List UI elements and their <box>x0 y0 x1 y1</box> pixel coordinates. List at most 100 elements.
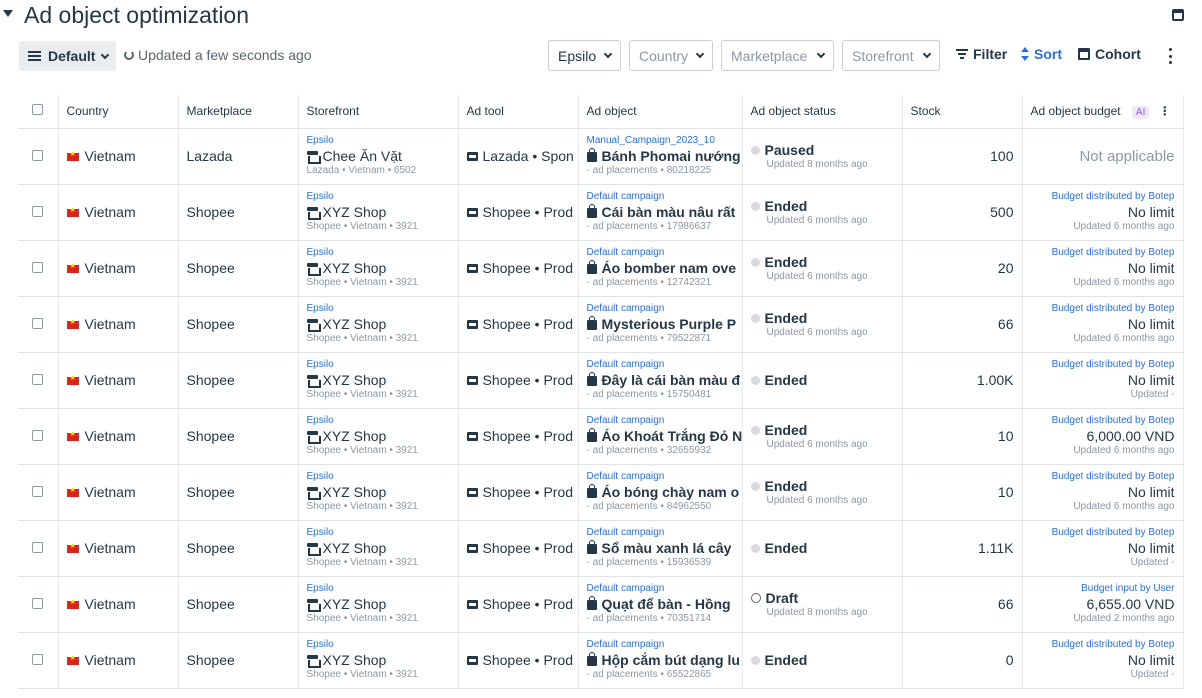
row-checkbox[interactable] <box>32 542 44 553</box>
ad-object-cell: Default campaign Mysterious Purple P- ad … <box>578 296 743 353</box>
filter-button[interactable]: Filter <box>956 46 1007 62</box>
ad-object-name[interactable]: Áo Khoát Trắng Đỏ N <box>602 427 742 445</box>
table-row[interactable]: VietnamShopeeEpsiloXYZ ShopShopee • Viet… <box>18 632 1184 689</box>
row-checkbox[interactable] <box>32 262 44 273</box>
status-value[interactable]: Paused <box>765 141 815 159</box>
row-checkbox[interactable] <box>32 598 44 609</box>
ad-object-name[interactable]: Cái bàn màu nâu rất <box>602 203 736 221</box>
status-value[interactable]: Ended <box>765 539 808 557</box>
sort-button[interactable]: Sort <box>1021 46 1062 62</box>
budget-value[interactable]: No limit <box>1031 539 1175 557</box>
ad-object-name[interactable]: Mysterious Purple P <box>602 315 737 333</box>
collapse-caret-icon[interactable] <box>3 10 13 17</box>
status-value[interactable]: Ended <box>765 651 808 669</box>
storefront-parent[interactable]: Epsilo <box>307 639 458 651</box>
table-row[interactable]: VietnamShopeeEpsiloXYZ ShopShopee • Viet… <box>18 408 1184 465</box>
status-value[interactable]: Ended <box>765 371 808 389</box>
status-value[interactable]: Ended <box>765 421 808 439</box>
campaign-link[interactable]: Manual_Campaign_2023_10 <box>587 135 742 147</box>
row-checkbox[interactable] <box>32 206 44 217</box>
table-row[interactable]: VietnamShopeeEpsiloXYZ ShopShopee • Viet… <box>18 184 1184 241</box>
column-header-ad-object-budget[interactable]: Ad object budget AI ⋮ <box>1022 95 1184 129</box>
campaign-link[interactable]: Default campaign <box>587 359 742 371</box>
row-checkbox[interactable] <box>32 150 44 161</box>
more-options-icon[interactable] <box>1169 48 1173 64</box>
campaign-link[interactable]: Default campaign <box>587 247 742 259</box>
campaign-link[interactable]: Default campaign <box>587 415 742 427</box>
campaign-link[interactable]: Default campaign <box>587 471 742 483</box>
storefront-parent[interactable]: Epsilo <box>307 303 458 315</box>
budget-value[interactable]: No limit <box>1031 315 1175 333</box>
ad-tool-value: Shopee • Prod <box>482 428 574 444</box>
table-row[interactable]: VietnamShopeeEpsiloXYZ ShopShopee • Viet… <box>18 464 1184 521</box>
view-select-button[interactable]: Default <box>19 41 116 71</box>
budget-value[interactable]: No limit <box>1031 651 1175 669</box>
budget-value[interactable]: 6,655.00 VND <box>1031 595 1175 613</box>
storefront-parent[interactable]: Epsilo <box>307 415 458 427</box>
marketplace-select[interactable]: Marketplace <box>721 40 834 71</box>
column-header-storefront[interactable]: Storefront <box>298 95 459 129</box>
table-row[interactable]: VietnamLazadaEpsiloChee Ăn VặtLazada • V… <box>18 128 1184 185</box>
budget-value[interactable]: No limit <box>1031 203 1175 221</box>
storefront-parent[interactable]: Epsilo <box>307 583 458 595</box>
row-checkbox[interactable] <box>32 486 44 497</box>
status-value[interactable]: Ended <box>765 197 808 215</box>
calendar-icon[interactable] <box>1172 9 1184 21</box>
status-value[interactable]: Ended <box>765 253 808 271</box>
storefront-parent[interactable]: Epsilo <box>307 471 458 483</box>
status-value[interactable]: Draft <box>766 589 799 607</box>
status-value[interactable]: Ended <box>765 309 808 327</box>
campaign-link[interactable]: Default campaign <box>587 639 742 651</box>
column-header-ad-tool[interactable]: Ad tool <box>458 95 579 129</box>
ad-object-name[interactable]: Sổ màu xanh lá cây <box>602 539 732 557</box>
ad-object-table: Country Marketplace Storefront Ad tool A… <box>18 95 1184 689</box>
table-row[interactable]: VietnamShopeeEpsiloXYZ ShopShopee • Viet… <box>18 296 1184 353</box>
table-row[interactable]: VietnamShopeeEpsiloXYZ ShopShopee • Viet… <box>18 520 1184 577</box>
column-header-stock[interactable]: Stock <box>902 95 1023 129</box>
status-value[interactable]: Ended <box>765 477 808 495</box>
select-all-checkbox[interactable] <box>32 104 44 116</box>
campaign-link[interactable]: Default campaign <box>587 303 742 315</box>
ad-object-name[interactable]: Áo bóng chày nam o <box>602 483 740 501</box>
row-checkbox[interactable] <box>32 318 44 329</box>
campaign-link[interactable]: Default campaign <box>587 191 742 203</box>
budget-value[interactable]: 6,000.00 VND <box>1031 427 1175 445</box>
storefront-parent[interactable]: Epsilo <box>307 247 458 259</box>
ad-object-name[interactable]: Bánh Phomai nướng <box>602 147 741 165</box>
storefront-parent[interactable]: Epsilo <box>307 527 458 539</box>
column-menu-icon[interactable]: ⋮ <box>1159 104 1171 118</box>
ad-object-name[interactable]: Áo bomber nam ove <box>602 259 737 277</box>
ai-badge[interactable]: AI <box>1131 105 1150 119</box>
column-header-marketplace[interactable]: Marketplace <box>178 95 299 129</box>
updated-status: Updated a few seconds ago <box>124 47 312 63</box>
country-cell: Vietnam <box>58 240 179 297</box>
column-header-country[interactable]: Country <box>58 95 179 129</box>
campaign-link[interactable]: Default campaign <box>587 583 742 595</box>
storefront-select[interactable]: Storefront <box>842 40 940 71</box>
budget-updated: Updated - <box>1130 557 1175 568</box>
column-header-ad-object[interactable]: Ad object <box>578 95 743 129</box>
budget-value[interactable]: No limit <box>1031 371 1175 389</box>
ad-object-name[interactable]: Hộp cắm bút dạng lu <box>602 651 740 669</box>
cohort-button[interactable]: Cohort <box>1078 46 1141 62</box>
ad-object-name[interactable]: Đây là cái bàn màu đ <box>602 371 741 389</box>
workspace-select[interactable]: Epsilo <box>548 40 621 71</box>
budget-value[interactable]: No limit <box>1031 259 1175 277</box>
table-row[interactable]: VietnamShopeeEpsiloXYZ ShopShopee • Viet… <box>18 576 1184 633</box>
budget-value[interactable]: No limit <box>1031 483 1175 501</box>
storefront-parent[interactable]: Epsilo <box>307 359 458 371</box>
list-icon <box>28 50 41 62</box>
row-checkbox[interactable] <box>32 374 44 385</box>
table-row[interactable]: VietnamShopeeEpsiloXYZ ShopShopee • Viet… <box>18 352 1184 409</box>
row-checkbox[interactable] <box>32 654 44 665</box>
storefront-parent[interactable]: Epsilo <box>307 135 458 147</box>
storefront-parent[interactable]: Epsilo <box>307 191 458 203</box>
country-select[interactable]: Country <box>629 40 713 71</box>
table-row[interactable]: VietnamShopeeEpsiloXYZ ShopShopee • Viet… <box>18 240 1184 297</box>
status-dot-icon <box>750 145 760 155</box>
column-header-ad-object-status[interactable]: Ad object status <box>742 95 903 129</box>
refresh-icon[interactable] <box>124 50 134 60</box>
campaign-link[interactable]: Default campaign <box>587 527 742 539</box>
row-checkbox[interactable] <box>32 430 44 441</box>
ad-object-name[interactable]: Quạt để bàn - Hồng <box>602 595 731 613</box>
